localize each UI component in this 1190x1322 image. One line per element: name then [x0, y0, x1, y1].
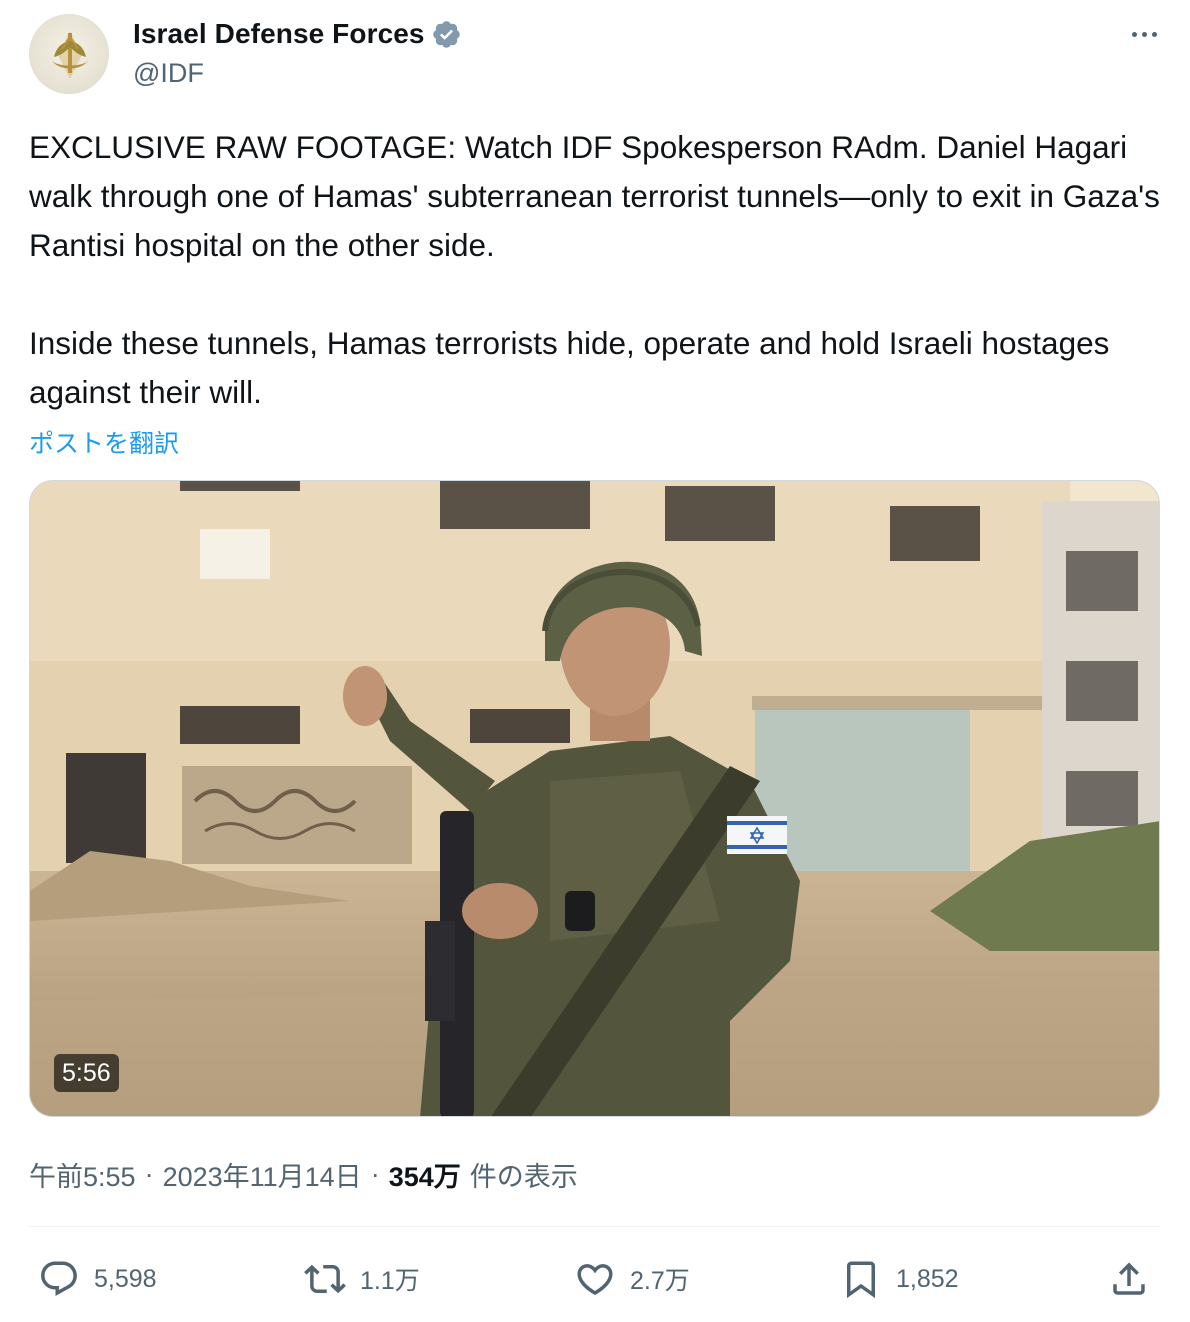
video-duration-badge: 5:56 — [54, 1054, 119, 1092]
bookmark-icon — [847, 1261, 875, 1299]
video-thumbnail[interactable] — [29, 480, 1160, 1117]
translate-post-link[interactable]: ポストを翻訳 — [29, 424, 179, 460]
reply-icon — [41, 1261, 77, 1296]
repost-count: 1.1万 — [360, 1267, 420, 1295]
repost-icon — [304, 1264, 346, 1294]
heart-icon — [577, 1264, 613, 1296]
idf-emblem-icon — [52, 31, 88, 79]
avatar[interactable] — [29, 14, 109, 94]
reply-count: 5,598 — [94, 1264, 157, 1293]
author-name-row[interactable]: Israel Defense Forces — [133, 16, 462, 52]
verified-badge-icon — [432, 20, 460, 48]
share-icon — [1113, 1262, 1145, 1295]
more-options-button[interactable] — [1124, 20, 1164, 48]
share-button[interactable] — [1108, 1258, 1150, 1300]
more-dot — [1141, 31, 1147, 37]
bookmark-count: 1,852 — [896, 1264, 959, 1293]
like-button[interactable]: 2.7万 — [574, 1258, 690, 1300]
bookmark-button[interactable]: 1,852 — [840, 1258, 959, 1300]
more-dots-icon — [1131, 31, 1137, 37]
views-count[interactable]: 354万 — [389, 1155, 461, 1194]
more-dot — [1151, 31, 1157, 37]
author-handle[interactable]: @IDF — [133, 58, 204, 89]
post-date[interactable]: 2023年11月14日 — [163, 1155, 362, 1194]
post-metadata: 午前5:55 · 2023年11月14日 · 354万 件の表示 — [29, 1155, 578, 1194]
meta-separator: · — [370, 1159, 380, 1189]
meta-separator: · — [144, 1159, 154, 1189]
tweet-paragraph-1: EXCLUSIVE RAW FOOTAGE: Watch IDF Spokesp… — [29, 129, 1160, 263]
post-time[interactable]: 午前5:55 — [29, 1155, 136, 1194]
repost-button[interactable]: 1.1万 — [304, 1258, 420, 1300]
reply-button[interactable]: 5,598 — [38, 1258, 157, 1300]
tweet-paragraph-2: Inside these tunnels, Hamas terrorists h… — [29, 325, 1110, 410]
action-bar: 5,598 1.1万 2.7万 1,852 — [0, 1250, 1190, 1310]
video-frame-illustration — [30, 481, 1159, 1116]
author-display-name[interactable]: Israel Defense Forces — [133, 18, 425, 50]
tweet-text: EXCLUSIVE RAW FOOTAGE: Watch IDF Spokesp… — [29, 123, 1169, 417]
views-label: 件の表示 — [469, 1162, 578, 1192]
divider — [29, 1226, 1160, 1227]
like-count: 2.7万 — [630, 1267, 690, 1295]
